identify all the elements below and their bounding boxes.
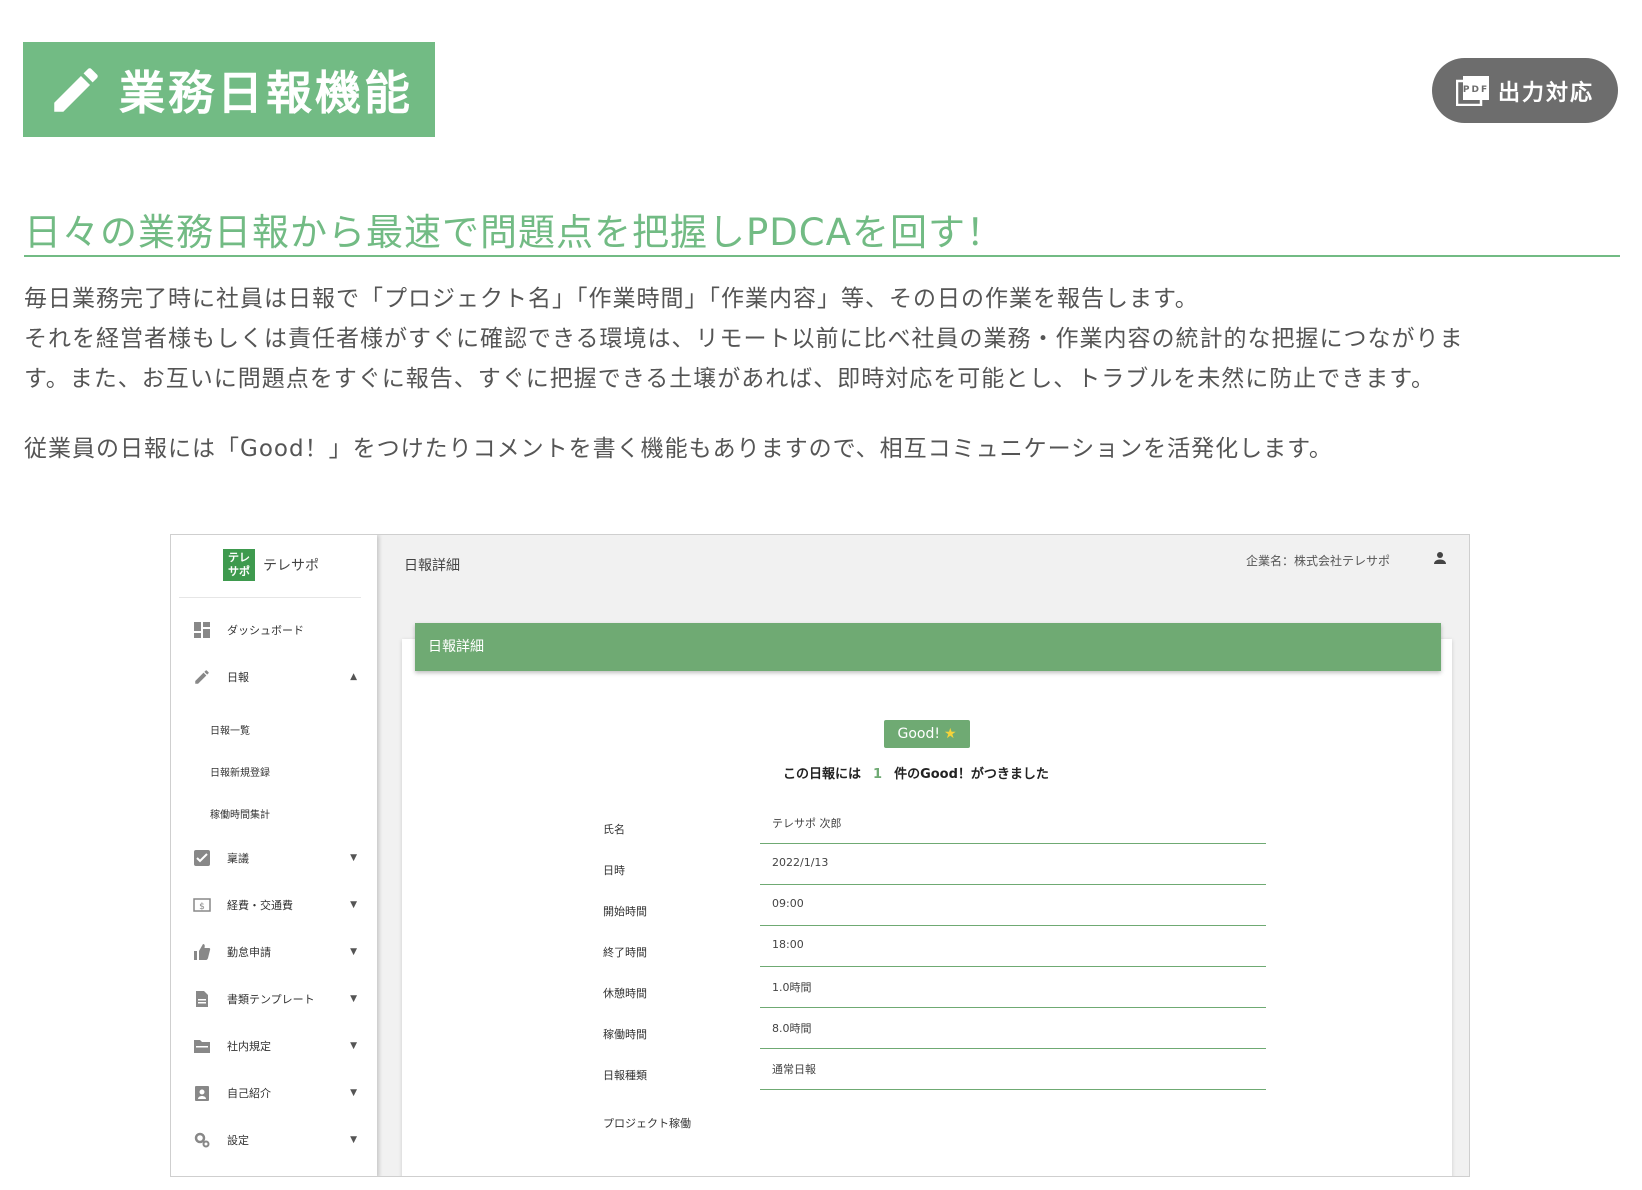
svg-text:PDF: PDF — [1463, 85, 1489, 95]
brand-logo: テレ サポ — [223, 549, 255, 581]
field-value-report-type[interactable]: 通常日報 — [760, 1057, 1266, 1090]
pencil-icon — [54, 67, 98, 112]
sidebar-subitem-new-report[interactable]: 日報新規登録 — [210, 764, 270, 779]
good-count-suffix: 件のGood！がつきました — [894, 767, 1049, 782]
sidebar-item-label: 社内規定 — [227, 1040, 271, 1053]
badge-icon — [195, 1086, 209, 1101]
sidebar-item-label: 稟議 — [227, 852, 249, 865]
thumb-up-icon — [194, 944, 211, 960]
field-value-work-time[interactable]: 8.0時間 — [760, 1016, 1266, 1049]
sidebar-item-label: 書類テンプレート — [227, 993, 315, 1006]
section-subtitle: 日々の業務日報から最速で問題点を把握しPDCAを回す！ — [24, 202, 1620, 257]
sidebar-item-regulations[interactable]: 社内規定 ▼ — [193, 1037, 357, 1055]
field-label-end-time: 終了時間 — [603, 946, 647, 959]
chevron-down-icon: ▼ — [350, 994, 357, 1004]
company-name: 企業名：株式会社テレサポ — [1246, 554, 1391, 568]
sidebar-item-label: 設定 — [227, 1134, 249, 1147]
sidebar-item-attendance[interactable]: 勤怠申請 ▼ — [193, 943, 357, 961]
chevron-down-icon: ▼ — [350, 1135, 357, 1145]
sidebar-item-self-intro[interactable]: 自己紹介 ▼ — [193, 1084, 357, 1102]
document-icon — [196, 991, 208, 1007]
field-value-start-time[interactable]: 09:00 — [760, 893, 1266, 926]
star-icon: ★ — [943, 726, 957, 742]
field-value-end-time[interactable]: 18:00 — [760, 934, 1266, 967]
sidebar-item-dashboard[interactable]: ダッシュボード — [193, 621, 357, 639]
description-line-1: 毎日業務完了時に社員は日報で「プロジェクト名」「作業時間」「作業内容」等、その日… — [24, 286, 1199, 312]
sidebar: テレ サポ テレサポ ダッシュボード 日報 ▲ 日報一覧 日報新規登録 稼働時間集… — [171, 535, 377, 1176]
chevron-down-icon: ▼ — [350, 1088, 357, 1098]
sidebar-item-label: 自己紹介 — [227, 1087, 271, 1100]
topbar-title: 日報詳細 — [404, 558, 460, 574]
sidebar-item-daily-report[interactable]: 日報 ▲ — [193, 668, 357, 686]
dashboard-icon — [194, 622, 210, 638]
sidebar-item-templates[interactable]: 書類テンプレート ▼ — [193, 990, 357, 1008]
good-count-number: 1 — [873, 767, 883, 782]
field-value-date[interactable]: 2022/1/13 — [760, 852, 1266, 885]
chevron-down-icon: ▼ — [350, 853, 357, 863]
sidebar-item-label: 経費・交通費 — [227, 899, 293, 912]
good-button-label: Good! — [897, 726, 940, 742]
brand[interactable]: テレ サポ テレサポ — [223, 549, 319, 581]
chevron-up-icon: ▲ — [350, 672, 357, 682]
user-icon[interactable] — [1433, 551, 1447, 565]
good-count-prefix: この日報には — [783, 767, 862, 782]
sidebar-item-label: 勤怠申請 — [227, 946, 271, 959]
description-line-2: それを経営者様もしくは責任者様がすぐに確認できる環境は、リモート以前に比べ社員の… — [24, 326, 1464, 352]
check-box-icon — [194, 850, 210, 866]
field-label-date: 日時 — [603, 864, 625, 877]
section-banner: 業務日報機能 — [23, 42, 435, 137]
sidebar-item-label: ダッシュボード — [227, 624, 304, 637]
chevron-down-icon: ▼ — [350, 1041, 357, 1051]
field-label-report-type: 日報種類 — [603, 1069, 647, 1082]
sidebar-divider — [179, 597, 361, 598]
pdf-export-badge: PDF 出力対応 — [1432, 58, 1618, 123]
field-label-start-time: 開始時間 — [603, 905, 647, 918]
good-button[interactable]: Good! ★ — [884, 720, 970, 748]
app-screenshot: 日報詳細 企業名：株式会社テレサポ 日報詳細 Good! ★ この日報には 1 件のG… — [170, 534, 1470, 1177]
sidebar-subitem-work-hours[interactable]: 稼働時間集計 — [210, 806, 270, 821]
description-line-3: す。また、お互いに問題点をすぐに報告、すぐに把握できる土壌があれば、即時対応を可… — [24, 366, 1435, 392]
page: 業務日報機能 PDF 出力対応 日々の業務日報から最速で問題点を把握しPDCAを… — [0, 0, 1642, 1190]
field-value-name[interactable]: テレサポ 次郎 — [760, 811, 1266, 844]
money-icon: $ — [193, 898, 211, 912]
chevron-down-icon: ▼ — [350, 947, 357, 957]
sidebar-subitem-report-list[interactable]: 日報一覧 — [210, 722, 250, 737]
pencil-icon — [195, 670, 209, 684]
pdf-icon: PDF — [1455, 75, 1489, 106]
good-count-text: この日報には 1 件のGood！がつきました — [783, 763, 1049, 782]
sidebar-item-approval[interactable]: 稟議 ▼ — [193, 849, 357, 867]
section-title: 業務日報機能 — [119, 65, 413, 120]
sidebar-item-settings[interactable]: 設定 ▼ — [193, 1131, 357, 1149]
folder-icon — [194, 1040, 210, 1053]
pdf-badge-label: 出力対応 — [1497, 80, 1594, 106]
gears-icon — [194, 1132, 210, 1148]
field-label-project-work: プロジェクト稼働 — [603, 1117, 691, 1130]
description-line-4: 従業員の日報には「Good！」をつけたりコメントを書く機能もありますので、相互コ… — [24, 436, 1333, 462]
field-label-name: 氏名 — [603, 823, 625, 836]
brand-name: テレサポ — [263, 558, 319, 574]
sidebar-item-label: 日報 — [227, 671, 249, 684]
field-label-break-time: 休憩時間 — [603, 987, 647, 1000]
svg-text:$: $ — [199, 902, 205, 912]
sidebar-item-expenses[interactable]: $ 経費・交通費 ▼ — [193, 896, 357, 914]
card-header: 日報詳細 — [415, 623, 1441, 671]
field-value-break-time[interactable]: 1.0時間 — [760, 975, 1266, 1008]
field-label-work-time: 稼働時間 — [603, 1028, 647, 1041]
chevron-down-icon: ▼ — [350, 900, 357, 910]
